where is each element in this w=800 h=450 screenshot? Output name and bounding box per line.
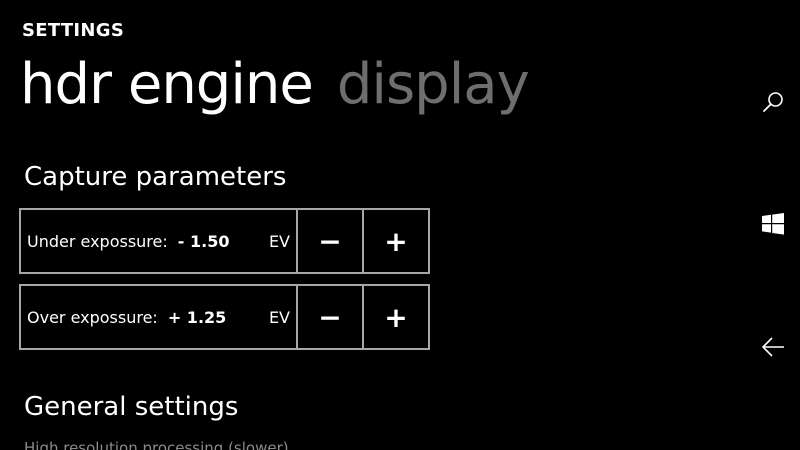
pivot-item-hdr-engine[interactable]: hdr engine <box>20 52 314 117</box>
windows-icon[interactable] <box>760 211 786 237</box>
general-settings-title: General settings <box>24 392 239 422</box>
under-exposure-decrease-button[interactable]: − <box>298 208 364 274</box>
capture-parameters-title: Capture parameters <box>24 162 287 192</box>
under-exposure-value: - 1.50 <box>177 231 230 251</box>
high-resolution-processing-label[interactable]: High resolution processing (slower) <box>24 439 289 450</box>
under-exposure-label: Under expossure: <box>27 231 168 251</box>
pivot-header: hdr engine display <box>20 52 530 132</box>
over-exposure-label: Over expossure: <box>27 307 158 327</box>
over-exposure-unit: EV <box>268 307 290 327</box>
under-exposure-increase-button[interactable]: + <box>364 208 430 274</box>
back-icon[interactable] <box>760 334 786 360</box>
over-exposure-display: Over expossure: + 1.25 EV <box>19 284 298 350</box>
under-exposure-unit: EV <box>268 231 290 251</box>
over-exposure-increase-button[interactable]: + <box>364 284 430 350</box>
under-exposure-display: Under expossure: - 1.50 EV <box>19 208 298 274</box>
pivot-item-display[interactable]: display <box>337 52 530 117</box>
under-exposure-row: Under expossure: - 1.50 EV − + <box>19 208 430 274</box>
page-header: SETTINGS <box>22 20 125 41</box>
over-exposure-decrease-button[interactable]: − <box>298 284 364 350</box>
search-icon[interactable] <box>760 89 786 115</box>
over-exposure-row: Over expossure: + 1.25 EV − + <box>19 284 430 350</box>
over-exposure-value: + 1.25 <box>167 307 227 327</box>
